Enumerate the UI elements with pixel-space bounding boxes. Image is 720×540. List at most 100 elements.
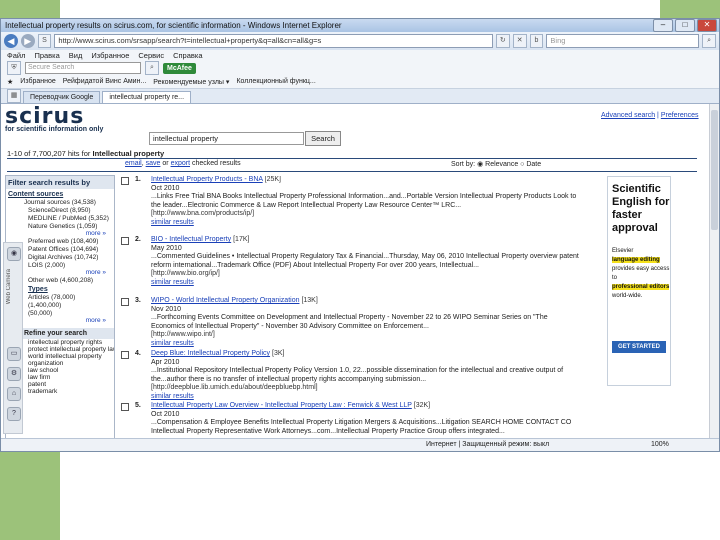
result-size: [3K] [272, 350, 285, 357]
result-snippet: ...Institutional Repository Intellectual… [151, 367, 564, 383]
result-size: [25K] [264, 176, 281, 183]
favorites-item[interactable]: Коллекционный функц... [236, 78, 315, 85]
decorative-green-block [0, 0, 60, 18]
decorative-green-block [660, 0, 720, 18]
result-snippet: ...Forthcoming Events Committee on Devel… [151, 314, 548, 330]
sort-relevance-label: Relevance [485, 161, 519, 168]
menu-tools[interactable]: Сервис [138, 51, 164, 60]
favorites-item[interactable]: Избранное [20, 78, 55, 85]
minimize-button[interactable]: – [653, 19, 673, 32]
results-list: 1. Intellectual Property Products - BNA … [121, 176, 591, 438]
decorative-green-block [0, 445, 60, 540]
title-bar: Intellectual property results on scirus.… [1, 19, 719, 32]
favorites-star-icon[interactable]: ★ [7, 78, 13, 86]
hits-query: Intellectual property [92, 149, 165, 158]
more-link[interactable]: more » [6, 230, 114, 237]
result-checkbox[interactable] [121, 237, 129, 245]
scrollbar-thumb[interactable] [711, 110, 718, 230]
tab-google-translate[interactable]: Переводчик Google [23, 91, 101, 103]
elsevier-ad[interactable]: Scientific English for faster approval E… [607, 176, 671, 386]
ad-headline: Scientific English for faster approval [612, 183, 670, 234]
advanced-search-link[interactable]: Advanced search [601, 112, 655, 119]
result-title[interactable]: WIPO - World Intellectual Property Organ… [151, 297, 299, 304]
sort-date-label: Date [526, 161, 542, 168]
url-input[interactable]: http://www.scirus.com/srsapp/search?t=in… [54, 34, 493, 48]
favorites-item[interactable]: Рекомендуемые узлы ▾ [153, 78, 229, 86]
result-checkbox[interactable] [121, 177, 129, 185]
save-link[interactable]: save [146, 160, 161, 167]
mcafee-button[interactable]: McAfee [163, 62, 196, 74]
forward-icon[interactable]: ▶ [20, 34, 35, 48]
sort-relevance-radio[interactable]: ◉ [477, 161, 483, 168]
result-url: [http://www.bna.com/products/ip/] [151, 210, 255, 218]
divider [7, 171, 697, 172]
result-date: Apr 2010 [151, 358, 180, 366]
search-button[interactable]: Search [305, 131, 341, 146]
result-number: 3. [135, 297, 141, 304]
preferences-link[interactable]: Preferences [661, 112, 699, 119]
similar-results-link[interactable]: similar results [151, 393, 194, 400]
hits-prefix: 1-10 of 7,700,207 hits for [7, 149, 91, 158]
result-checkbox[interactable] [121, 298, 129, 306]
address-bar: ◀ ▶ S http://www.scirus.com/srsapp/searc… [1, 32, 719, 50]
menu-favorites[interactable]: Избранное [91, 51, 129, 60]
result-title[interactable]: Intellectual Property Products - BNA [151, 176, 263, 183]
search-icon[interactable]: ⌕ [702, 34, 717, 48]
bing-icon: b [529, 34, 544, 48]
export-link[interactable]: export [171, 160, 190, 167]
result-checkbox[interactable] [121, 351, 129, 359]
result-title[interactable]: BIO - Intellectual Property [151, 236, 231, 243]
similar-results-link[interactable]: similar results [151, 279, 194, 286]
shield-icon: ⛨ [7, 61, 21, 75]
menu-edit[interactable]: Правка [34, 51, 59, 60]
tab-bar: ▦ Переводчик Google intellectual propert… [1, 89, 719, 104]
bing-search-input[interactable]: Bing [546, 34, 700, 48]
gear-icon[interactable]: ⚙ [7, 367, 21, 381]
result-checkbox[interactable] [121, 403, 129, 411]
result-title[interactable]: Intellectual Property Law Overview - Int… [151, 402, 412, 409]
sort-date-radio[interactable]: ○ [520, 161, 524, 168]
journal-source-item[interactable]: MEDLINE / PubMed (5,352) [6, 214, 114, 222]
back-icon[interactable]: ◀ [4, 34, 18, 48]
window-title: Intellectual property results on scirus.… [5, 21, 342, 30]
result-url: [http://deepblue.lib.umich.edu/about/dee… [151, 384, 318, 392]
zoom-level[interactable]: 100% [651, 439, 669, 451]
menu-help[interactable]: Справка [173, 51, 202, 60]
web-camera-label: Web Camera [6, 269, 12, 305]
email-link[interactable]: email [125, 160, 142, 167]
vertical-scrollbar[interactable] [709, 104, 719, 438]
close-button[interactable]: ✕ [697, 19, 717, 32]
tab-scirus[interactable]: intellectual property re... [102, 91, 192, 103]
result-snippet: ...Commented Guidelines • Intellectual P… [151, 253, 579, 269]
result-title[interactable]: Deep Blue: Intellectual Property Policy [151, 350, 270, 357]
refresh-icon[interactable]: ↻ [495, 34, 510, 48]
monitor-icon[interactable]: ▭ [7, 347, 21, 361]
actions-suffix: checked results [191, 160, 241, 167]
maximize-button[interactable]: □ [675, 19, 695, 32]
search-icon[interactable]: ⌕ [145, 61, 159, 75]
similar-results-link[interactable]: similar results [151, 340, 194, 347]
help-icon[interactable]: ? [7, 407, 21, 421]
content-sources-heading: Content sources [8, 191, 64, 198]
journal-source-item[interactable]: Nature Genetics (1,059) [6, 222, 114, 230]
sort-label: Sort by: [451, 161, 476, 168]
search-input[interactable]: intellectual property [149, 132, 304, 145]
camera-icon[interactable]: ◉ [7, 247, 21, 261]
secure-search-input[interactable]: Secure Search [25, 62, 141, 74]
ad-highlight: language editing [612, 257, 660, 263]
side-tool-strip: Web Camera ◉ ▭ ⚙ ⌂ ? [3, 242, 23, 434]
similar-results-link[interactable]: similar results [151, 219, 194, 226]
journal-sources-filter[interactable]: Journal sources (34,538) [6, 198, 114, 206]
tab-grid-icon[interactable]: ▦ [7, 89, 21, 103]
result-actions: email, save or export checked results [125, 160, 241, 167]
stop-icon[interactable]: ✕ [512, 34, 527, 48]
result-snippet: ...Links Free Trial BNA Books Intellectu… [151, 193, 577, 209]
menu-file[interactable]: Файл [7, 51, 25, 60]
get-started-button[interactable]: GET STARTED [612, 341, 666, 353]
house-icon[interactable]: ⌂ [7, 387, 21, 401]
menu-view[interactable]: Вид [69, 51, 83, 60]
result-number: 4. [135, 350, 141, 357]
result-size: [17K] [233, 236, 250, 243]
favorites-item[interactable]: Рейфидатой Винс Амин... [63, 78, 147, 85]
journal-source-item[interactable]: ScienceDirect (8,950) [6, 206, 114, 214]
